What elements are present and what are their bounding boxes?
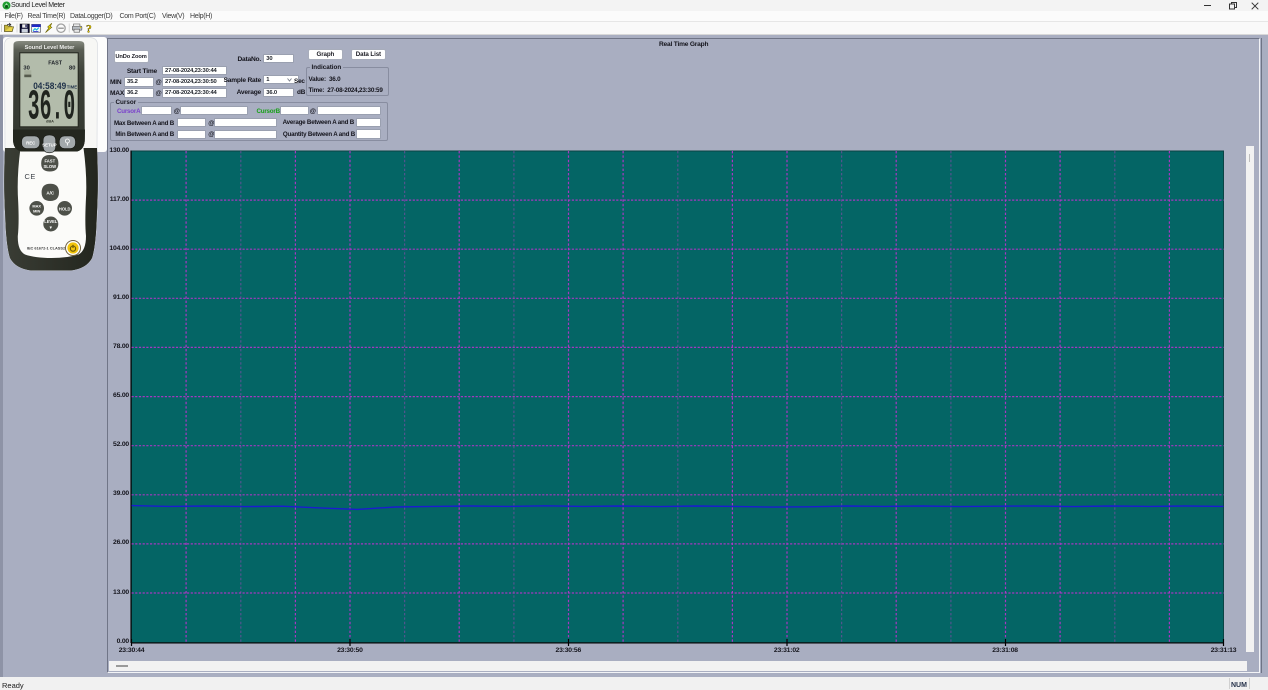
svg-text:CE: CE xyxy=(25,172,36,181)
svg-text:REC: REC xyxy=(26,141,35,146)
svg-text:MIN: MIN xyxy=(33,208,40,213)
svg-text:LEVEL: LEVEL xyxy=(44,219,58,224)
svg-text:FAST: FAST xyxy=(44,158,55,163)
svg-text:SETUP: SETUP xyxy=(42,143,56,148)
svg-text:SLOW: SLOW xyxy=(44,164,57,169)
svg-text:Sound Level Meter: Sound Level Meter xyxy=(25,45,76,51)
svg-text:▼: ▼ xyxy=(49,225,53,230)
svg-text:FAST: FAST xyxy=(48,61,62,67)
svg-text:dBA: dBA xyxy=(46,119,54,124)
svg-text:36.0: 36.0 xyxy=(28,83,76,132)
svg-text:IEC 61672-1 CLASS2: IEC 61672-1 CLASS2 xyxy=(27,246,66,251)
svg-text:80: 80 xyxy=(69,65,75,71)
svg-text:HOLD: HOLD xyxy=(59,206,71,211)
svg-text:A/C: A/C xyxy=(46,191,55,196)
